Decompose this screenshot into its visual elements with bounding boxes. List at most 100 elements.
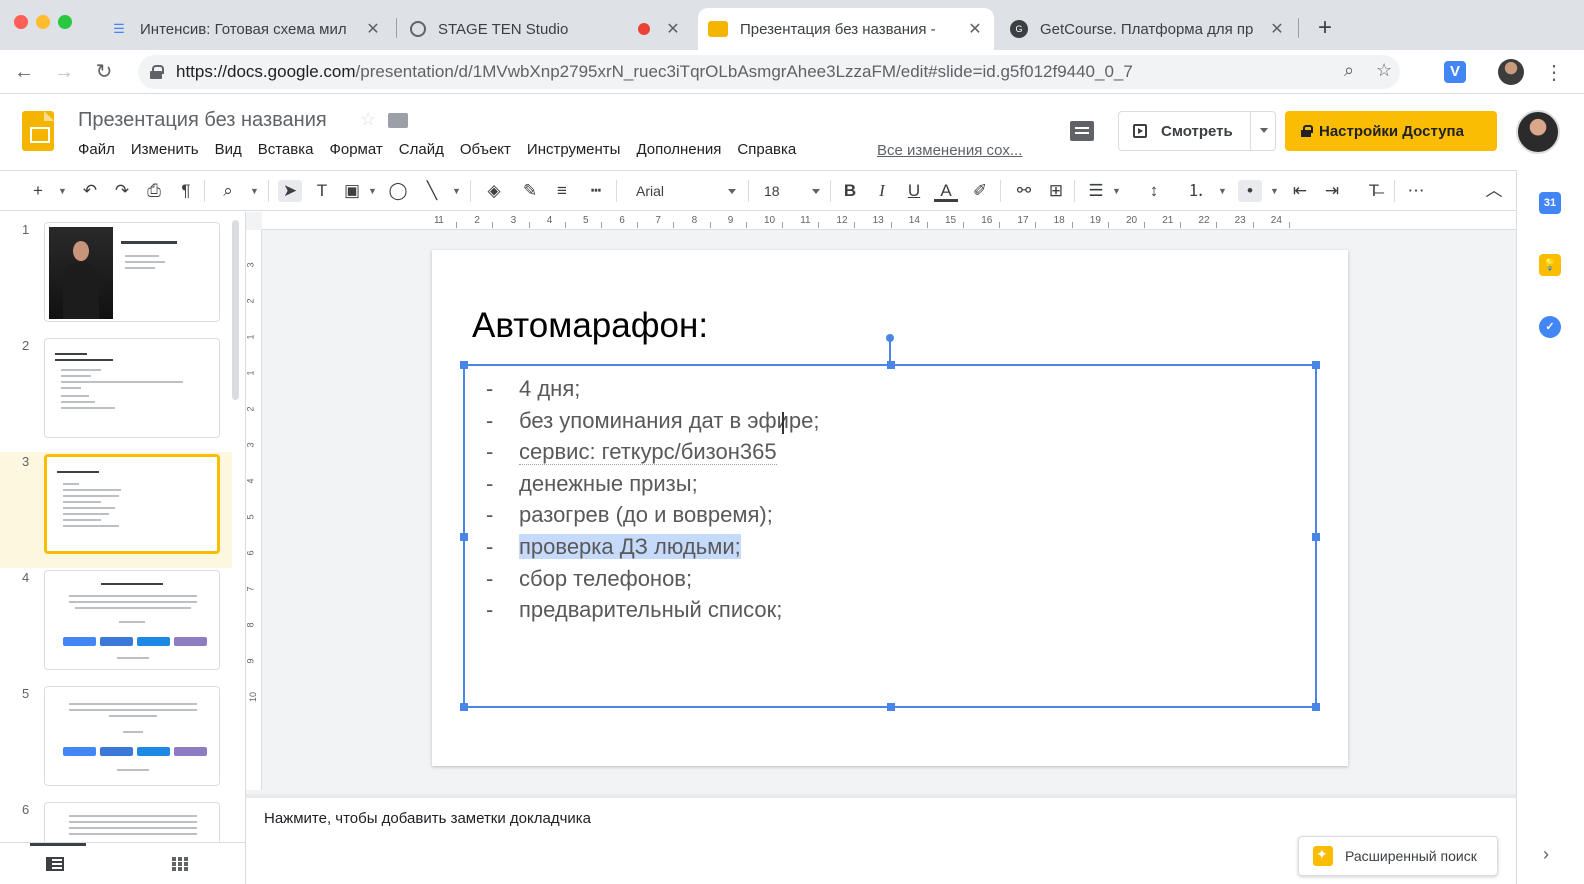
resize-handle[interactable] (460, 533, 468, 541)
line-dropdown-icon[interactable]: ▼ (452, 180, 461, 202)
calendar-icon[interactable]: 31 (1539, 192, 1561, 214)
reload-icon[interactable]: ↻ (90, 58, 118, 86)
menu-edit[interactable]: Изменить (123, 141, 207, 158)
document-title[interactable]: Презентация без названия (78, 109, 327, 132)
menu-tools[interactable]: Инструменты (519, 141, 629, 158)
border-dash-icon[interactable]: ┅ (584, 180, 608, 202)
text-color-icon[interactable]: A (934, 180, 958, 202)
present-button[interactable]: Смотреть (1118, 111, 1276, 151)
list-item[interactable]: денежные призы; (486, 470, 820, 502)
bullet-list[interactable]: 4 дня; без упоминания дат в эфире; серви… (486, 375, 820, 628)
list-item[interactable]: разогрев (до и вовремя); (486, 501, 820, 533)
slide-thumbnail-6[interactable] (44, 802, 220, 842)
underline-icon[interactable]: U (902, 180, 926, 202)
address-bar[interactable]: https://docs.google.com/presentation/d/1… (138, 55, 1400, 89)
list-item[interactable]: сервис: геткурс/бизон365 (486, 438, 820, 470)
fill-color-icon[interactable]: ◈ (482, 180, 506, 202)
numbered-list-dropdown-icon[interactable]: ▼ (1218, 180, 1227, 202)
slide-thumbnail-4[interactable] (44, 570, 220, 670)
new-slide-dropdown-icon[interactable]: ▼ (58, 180, 67, 202)
line-spacing-icon[interactable]: ↕ (1142, 180, 1166, 202)
list-item[interactable]: без упоминания дат в эфире; (486, 407, 820, 439)
folder-icon[interactable] (388, 113, 408, 128)
zoom-dropdown-icon[interactable]: ▼ (250, 180, 259, 202)
print-icon[interactable]: ⎙ (142, 180, 166, 202)
extension-icon[interactable]: V (1444, 61, 1466, 83)
keep-icon[interactable]: 💡 (1539, 254, 1561, 276)
list-item[interactable]: сбор телефонов; (486, 565, 820, 597)
slide-thumbnail-3-selected[interactable] (44, 454, 220, 554)
star-icon[interactable]: ☆ (360, 109, 376, 130)
menu-object[interactable]: Объект (452, 141, 519, 158)
menu-slide[interactable]: Слайд (391, 141, 452, 158)
close-window-button[interactable] (14, 15, 28, 29)
more-options-icon[interactable]: ⋯ (1404, 180, 1428, 202)
browser-tab-4[interactable]: G GetCourse. Платформа для пр ✕ (1000, 8, 1296, 50)
font-family-select[interactable]: Arial (630, 180, 740, 202)
resize-handle[interactable] (1312, 703, 1320, 711)
shape-icon[interactable]: ◯ (386, 180, 410, 202)
add-comment-icon[interactable]: ⊞ (1044, 180, 1068, 202)
menu-format[interactable]: Формат (321, 141, 390, 158)
menu-file[interactable]: Файл (70, 141, 123, 158)
slide-thumbnail-1[interactable] (44, 222, 220, 322)
menu-help[interactable]: Справка (729, 141, 804, 158)
resize-handle[interactable] (1312, 361, 1320, 369)
resize-handle[interactable] (1312, 533, 1320, 541)
italic-icon[interactable]: I (870, 180, 894, 202)
slides-logo-icon[interactable] (22, 111, 54, 151)
select-arrow-icon[interactable]: ➤ (278, 180, 302, 202)
slide-thumbnail-5[interactable] (44, 686, 220, 786)
collapse-toolbar-icon[interactable]: ︿ (1482, 180, 1506, 202)
list-item[interactable]: предварительный список; (486, 596, 820, 628)
close-tab-icon[interactable]: ✕ (664, 19, 682, 39)
profile-avatar[interactable] (1498, 59, 1524, 85)
browser-menu-icon[interactable]: ⋮ (1544, 60, 1564, 85)
resize-handle[interactable] (460, 361, 468, 369)
close-tab-icon[interactable]: ✕ (966, 19, 984, 39)
redo-icon[interactable]: ↷ (110, 180, 134, 202)
border-color-icon[interactable]: ✎ (518, 180, 542, 202)
line-icon[interactable]: ╲ (420, 180, 444, 202)
bulleted-list-dropdown-icon[interactable]: ▼ (1270, 180, 1279, 202)
new-slide-icon[interactable]: + (26, 180, 50, 202)
highlight-color-icon[interactable]: ✐ (968, 180, 992, 202)
menu-addons[interactable]: Дополнения (628, 141, 729, 158)
resize-handle[interactable] (887, 361, 895, 369)
share-button[interactable]: Настройки Доступа (1285, 111, 1497, 151)
slide-title[interactable]: Автомарафон: (472, 306, 708, 346)
browser-tab-1[interactable]: ☰ Интенсив: Готовая схема мил ✕ (100, 8, 392, 50)
comment-history-icon[interactable] (1070, 121, 1094, 141)
decrease-indent-icon[interactable]: ⇤ (1288, 180, 1312, 202)
close-tab-icon[interactable]: ✕ (364, 19, 382, 39)
increase-indent-icon[interactable]: ⇥ (1320, 180, 1344, 202)
browser-tab-2[interactable]: STAGE TEN Studio ✕ (400, 8, 692, 50)
grid-view-icon[interactable] (172, 857, 188, 871)
tasks-icon[interactable]: ✓ (1539, 316, 1561, 338)
expand-panel-icon[interactable]: › (1543, 844, 1549, 865)
slide-thumbnail-2[interactable] (44, 338, 220, 438)
present-dropdown-icon[interactable] (1260, 128, 1268, 133)
list-item[interactable]: 4 дня; (486, 375, 820, 407)
vertical-ruler[interactable]: 3 2 1 1 2 3 4 5 6 7 8 9 10 (246, 230, 262, 790)
minimize-window-button[interactable] (36, 15, 50, 29)
back-arrow-icon[interactable]: ← (10, 58, 38, 86)
bookmark-star-icon[interactable]: ☆ (1376, 60, 1392, 81)
align-icon[interactable]: ☰ (1084, 180, 1108, 202)
horizontal-ruler[interactable]: 1 1 2 3 4 5 6 7 8 9 10 11 12 13 14 15 16 17 18 19 20 21 22 23 24 (262, 212, 1516, 230)
account-avatar[interactable] (1516, 110, 1560, 154)
image-dropdown-icon[interactable]: ▼ (368, 180, 377, 202)
slide[interactable]: Автомарафон: 4 дня; без упоминания дат в… (432, 250, 1348, 766)
menu-insert[interactable]: Вставка (250, 141, 322, 158)
filmstrip-view-icon[interactable] (46, 857, 64, 871)
clear-formatting-icon[interactable]: T̶ (1362, 180, 1386, 202)
list-item-highlighted[interactable]: проверка ДЗ людьми; (486, 533, 820, 565)
notes-placeholder[interactable]: Нажмите, чтобы добавить заметки докладчи… (264, 810, 591, 827)
bold-icon[interactable]: B (838, 180, 862, 202)
close-tab-icon[interactable]: ✕ (1268, 19, 1286, 39)
filmstrip-scrollbar[interactable] (232, 220, 239, 400)
zoom-icon[interactable]: ⌕ (1344, 60, 1354, 81)
zoom-icon[interactable]: ⌕ (216, 180, 240, 202)
font-size-select[interactable]: 18 (760, 180, 824, 202)
maximize-window-button[interactable] (58, 15, 72, 29)
